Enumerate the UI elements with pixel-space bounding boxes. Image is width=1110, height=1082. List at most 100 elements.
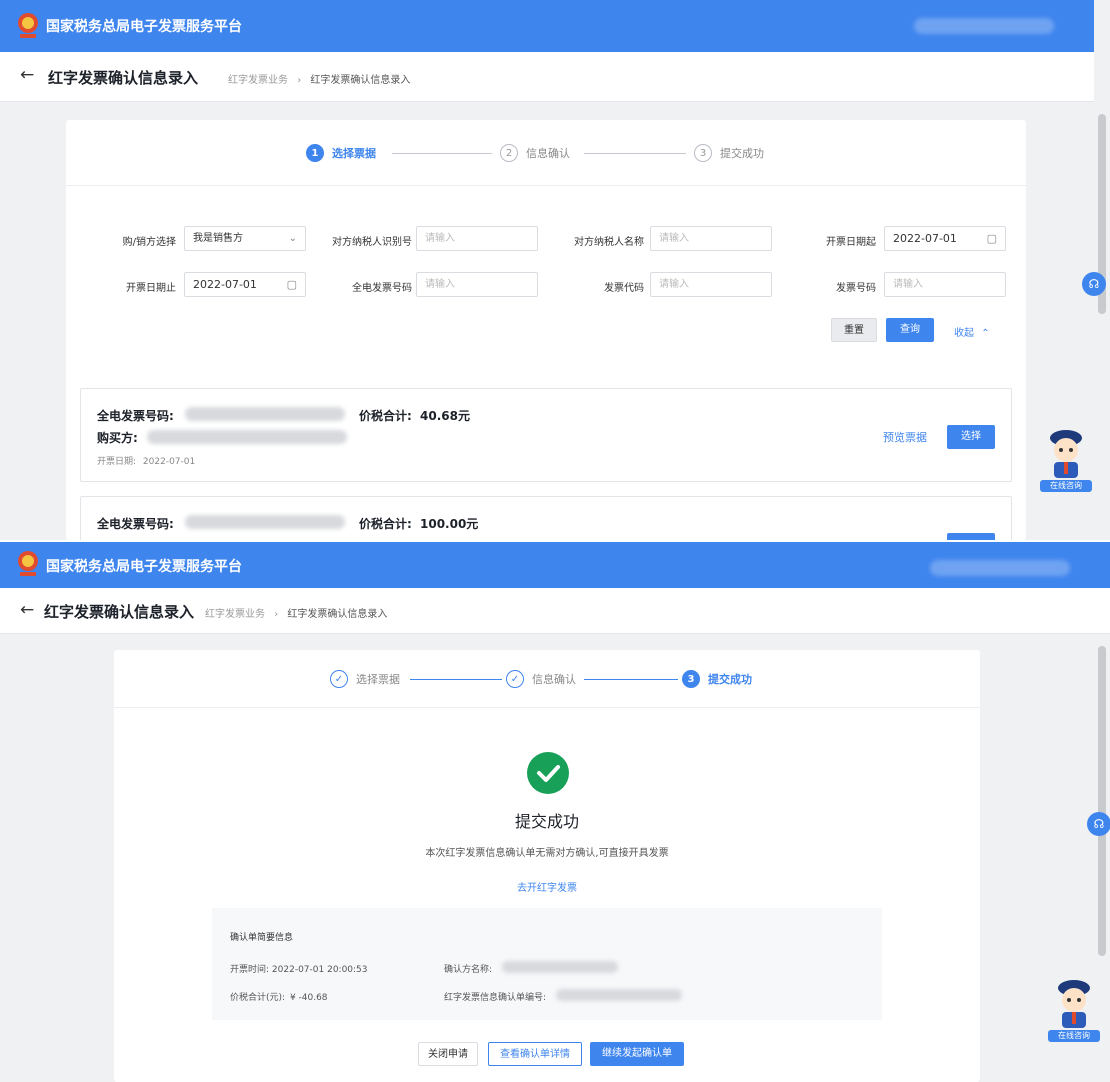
date-end-label: 开票日期止 (126, 283, 176, 294)
assistant-robot[interactable]: 在线咨询 (1046, 978, 1102, 1042)
amount-value: ¥ -40.68 (289, 993, 328, 1003)
invoice-no-input[interactable]: 请输入 (884, 272, 1006, 297)
check-icon: ✓ (506, 670, 524, 688)
step-2-label: 信息确认 (526, 147, 570, 160)
close-application-button[interactable]: 关闭申请 (418, 1042, 478, 1066)
step-3: 3 提交成功 (694, 144, 764, 162)
step-1-label: 选择票据 (332, 147, 376, 160)
invoice-num-blurred (185, 407, 345, 421)
invoice-code-input[interactable]: 请输入 (650, 272, 772, 297)
step-2: ✓ 信息确认 (506, 670, 576, 688)
step-3-number: 3 (694, 144, 712, 162)
continue-confirmation-button[interactable]: 继续发起确认单 (590, 1042, 684, 1066)
entry-time: 开票时间: 2022-07-01 20:00:53 (230, 962, 368, 975)
breadcrumb-separator: › (274, 609, 279, 620)
success-card: ✓ 选择票据 ✓ 信息确认 3 提交成功 提交成功 本次红字发票信息确认单无需对… (114, 650, 980, 1082)
step-1: ✓ 选择票据 (330, 670, 400, 688)
date-start-input[interactable]: 2022-07-01 ▢ (884, 226, 1006, 251)
total-value: 40.68元 (420, 409, 470, 423)
breadcrumb-separator: › (297, 75, 302, 86)
calendar-icon: ▢ (986, 232, 997, 245)
entry-time-value: 2022-07-01 20:00:53 (271, 965, 368, 975)
view-confirmation-button[interactable]: 查看确认单详情 (488, 1042, 582, 1066)
vertical-scrollbar[interactable] (1094, 52, 1110, 540)
assistant-label: 在线咨询 (1040, 480, 1092, 492)
collapse-link[interactable]: 收起 ⌃ (954, 324, 990, 339)
step-connector (392, 153, 492, 154)
check-icon: ✓ (330, 670, 348, 688)
step-3-label: 提交成功 (708, 673, 752, 686)
scrollbar-thumb[interactable] (1098, 646, 1106, 956)
total-label: 价税合计: 40.68元 (359, 407, 470, 424)
buyer-name-input[interactable]: 请输入 (650, 226, 772, 251)
total-label-text: 价税合计: (359, 409, 412, 423)
calendar-icon: ▢ (286, 278, 297, 291)
user-info-blurred[interactable] (930, 560, 1070, 576)
select-button[interactable] (947, 533, 995, 540)
entry-time-label: 开票时间: (230, 965, 270, 975)
step-1: 1 选择票据 (306, 144, 376, 162)
buyer-tax-input[interactable]: 请输入 (416, 226, 538, 251)
step-connector (584, 153, 686, 154)
back-arrow-icon[interactable]: ← (20, 600, 34, 620)
collapse-link-label: 收起 (954, 328, 974, 339)
breadcrumb-parent[interactable]: 红字发票业务 (228, 75, 288, 86)
reset-button[interactable]: 重置 (831, 318, 877, 342)
total-value: 100.00元 (420, 517, 479, 531)
issue-date: 开票日期: 2022-07-01 (97, 454, 195, 467)
tax-emblem-logo (18, 13, 38, 38)
role-select-value: 我是销售方 (193, 233, 243, 244)
app-title: 国家税务总局电子发票服务平台 (46, 559, 242, 575)
step-2: 2 信息确认 (500, 144, 570, 162)
success-title: 提交成功 (514, 812, 579, 831)
headset-icon[interactable]: ☊ (1087, 812, 1110, 836)
breadcrumb-current: 红字发票确认信息录入 (287, 609, 388, 620)
step-connector (410, 679, 502, 680)
chevron-up-icon: ⌃ (981, 328, 990, 339)
invoice-no-label: 发票号码 (836, 283, 876, 294)
issue-date-label: 开票日期: (97, 457, 137, 467)
date-start-value: 2022-07-01 (893, 232, 957, 245)
date-end-input[interactable]: 2022-07-01 ▢ (184, 272, 306, 297)
buyer-name-blurred (147, 430, 347, 444)
counterparty-label: 确认方名称: (444, 965, 493, 975)
issue-date-value: 2022-07-01 (142, 457, 196, 467)
step-3-label: 提交成功 (720, 147, 764, 160)
total-label-text: 价税合计: (359, 517, 412, 531)
breadcrumb-current: 红字发票确认信息录入 (310, 75, 411, 86)
page-header: ← 红字发票确认信息录入 红字发票业务 › 红字发票确认信息录入 (0, 52, 1094, 102)
assistant-robot[interactable]: 在线咨询 (1038, 428, 1094, 492)
step-3-number: 3 (682, 670, 700, 688)
success-check-icon (527, 752, 569, 794)
back-arrow-icon[interactable]: ← (20, 65, 34, 85)
screen-select-invoice: 国家税务总局电子发票服务平台 ← 红字发票确认信息录入 红字发票业务 › 红字发… (0, 0, 1110, 540)
amount: 价税合计(元): ¥ -40.68 (230, 990, 328, 1003)
step-1-label: 选择票据 (356, 673, 400, 686)
breadcrumb-parent[interactable]: 红字发票业务 (205, 609, 265, 620)
tax-emblem-logo (18, 551, 38, 576)
assistant-avatar-icon (1058, 980, 1090, 1028)
step-2-label: 信息确认 (532, 673, 576, 686)
step-2-number: 2 (500, 144, 518, 162)
headset-icon[interactable]: ☊ (1082, 272, 1106, 296)
top-bar: 国家税务总局电子发票服务平台 (0, 542, 1110, 588)
select-button[interactable]: 选择 (947, 425, 995, 449)
summary-heading: 确认单简要信息 (230, 933, 294, 943)
invoice-num-input[interactable]: 请输入 (416, 272, 538, 297)
confirm-no-blurred (556, 989, 682, 1001)
confirm-no-label: 红字发票信息确认单编号: (444, 993, 547, 1003)
role-select[interactable]: 我是销售方 ⌄ (184, 226, 306, 251)
query-button[interactable]: 查询 (886, 318, 934, 342)
buyer-tax-label: 对方纳税人识别号 (332, 237, 412, 248)
issue-red-invoice-link[interactable]: 去开红字发票 (517, 883, 577, 894)
preview-link[interactable]: 预览票据 (883, 429, 927, 445)
main-card: 1 选择票据 2 信息确认 3 提交成功 购/销方选择 我是销售方 ⌄ 对方纳税… (66, 120, 1026, 540)
app-title: 国家税务总局电子发票服务平台 (46, 19, 242, 35)
invoice-num-blurred (185, 515, 345, 529)
step-connector (584, 679, 678, 680)
user-info-blurred[interactable] (914, 18, 1054, 34)
buyer-label: 购买方: (97, 431, 138, 445)
assistant-avatar-icon (1050, 430, 1082, 478)
assistant-label: 在线咨询 (1048, 1030, 1100, 1042)
page-title: 红字发票确认信息录入 (48, 69, 199, 87)
